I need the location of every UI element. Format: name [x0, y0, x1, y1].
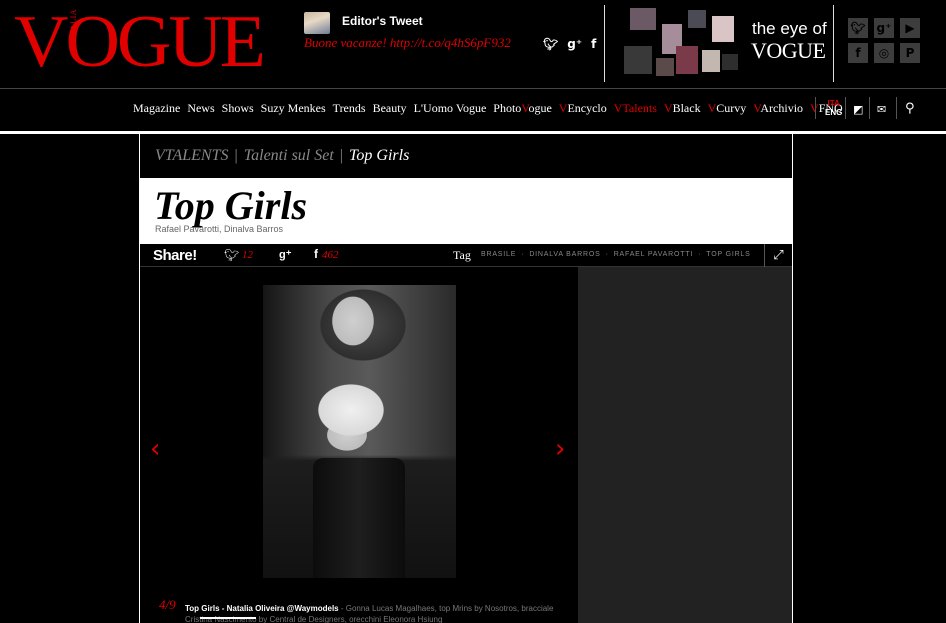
- social-links: 🐦︎ g⁺ ▶ f ◎ P: [848, 18, 920, 63]
- twitter-icon[interactable]: 🐦︎: [543, 37, 558, 51]
- article-credits: Rafael Pavarotti, Dinalva Barros: [155, 224, 284, 234]
- breadcrumb-vtalents[interactable]: VTALENTS: [155, 147, 229, 164]
- lang-ita[interactable]: ITA: [825, 99, 842, 108]
- twitter-icon[interactable]: 🐦︎: [848, 18, 868, 38]
- tag-separator: ·: [605, 251, 609, 258]
- header-rule: [0, 88, 946, 89]
- tag-list: BRASILE · DINALVA BARROS · RAFAEL PAVAROTTI ·…: [481, 251, 751, 258]
- page-title: Top Girls: [154, 183, 308, 228]
- nav-divider: [815, 97, 816, 119]
- nav-vtalents[interactable]: VTalents: [614, 101, 657, 116]
- search-icon[interactable]: ⚲: [905, 101, 915, 116]
- gallery-counter: 4/9: [159, 597, 176, 612]
- youtube-icon[interactable]: ▶: [900, 18, 920, 38]
- tag-separator: ·: [698, 251, 702, 258]
- nav-label: Encyclo: [567, 101, 607, 115]
- photo-detail: [313, 458, 405, 578]
- caption-underline: [200, 617, 256, 619]
- google-plus-icon[interactable]: g⁺: [567, 37, 582, 51]
- gallery-photo[interactable]: [263, 285, 456, 578]
- breadcrumb-current: Top Girls: [349, 147, 410, 164]
- nav-label: Photo: [493, 101, 522, 115]
- facebook-share-icon[interactable]: f: [314, 247, 318, 261]
- twitter-share-count: 12: [242, 249, 253, 261]
- eye-of-vogue-collage[interactable]: [624, 6, 742, 78]
- language-switch[interactable]: ITA ENG: [825, 99, 842, 117]
- main-nav: Magazine News Shows Suzy Menkes Trends B…: [133, 101, 850, 116]
- header-divider: [833, 5, 834, 82]
- title-box: Top Girls Rafael Pavarotti, Dinalva Barr…: [140, 178, 792, 244]
- contrast-icon[interactable]: ◩: [853, 103, 863, 116]
- nav-trends[interactable]: Trends: [333, 101, 366, 116]
- logo-subtitle: ITALIA: [69, 8, 78, 38]
- caption-title: Top Girls - Natalia Oliveira @Waymodels: [185, 604, 339, 613]
- nav-luomo-vogue[interactable]: L'Uomo Vogue: [414, 101, 487, 116]
- nav-divider: [896, 97, 897, 119]
- nav-label: Black: [672, 101, 701, 115]
- google-plus-icon[interactable]: g⁺: [874, 18, 894, 38]
- nav-divider: [845, 97, 846, 119]
- twitter-share-icon[interactable]: 🐦︎: [224, 248, 239, 262]
- fullscreen-icon[interactable]: ⤢: [764, 244, 792, 267]
- nav-varchivio[interactable]: VArchivio: [753, 101, 803, 116]
- nav-suzy-menkes[interactable]: Suzy Menkes: [261, 101, 326, 116]
- facebook-icon[interactable]: f: [848, 43, 868, 63]
- editors-tweet-title: Editor's Tweet: [342, 14, 423, 28]
- photo-gallery: ‹ › 4/9 Top Girls - Natalia Oliveira @Wa…: [140, 267, 578, 623]
- breadcrumb-talenti-sul-set[interactable]: Talenti sul Set: [244, 147, 334, 164]
- nav-label: Archivio: [760, 101, 804, 115]
- next-arrow-icon[interactable]: ›: [555, 434, 565, 464]
- photo-caption: Top Girls - Natalia Oliveira @Waymodels …: [185, 603, 575, 623]
- lang-eng[interactable]: ENG: [825, 108, 842, 117]
- google-plus-share-icon[interactable]: g⁺: [279, 248, 292, 261]
- nav-v-mark: V: [663, 101, 673, 115]
- header-divider: [604, 5, 605, 82]
- nav-news[interactable]: News: [187, 101, 214, 116]
- instagram-icon[interactable]: ◎: [874, 43, 894, 63]
- tag-link[interactable]: BRASILE: [481, 251, 516, 258]
- previous-arrow-icon[interactable]: ‹: [150, 434, 160, 464]
- nav-photovogue[interactable]: PhotoVogue: [493, 101, 551, 116]
- side-panel: [578, 267, 792, 623]
- nav-vcurvy[interactable]: VCurvy: [708, 101, 747, 116]
- share-bar: Share! 🐦︎ 12 g⁺ f 462 Tag BRASILE · DINALV…: [140, 244, 792, 267]
- nav-vencyclo[interactable]: VEncyclo: [559, 101, 607, 116]
- share-label: Share!: [153, 247, 197, 264]
- tag-separator: ·: [521, 251, 525, 258]
- nav-shows[interactable]: Shows: [222, 101, 254, 116]
- tag-link[interactable]: DINALVA BARROS: [529, 251, 600, 258]
- eye-of-vogue-title: the eye of: [752, 19, 827, 38]
- breadcrumb-separator: |: [234, 147, 238, 164]
- nav-magazine[interactable]: Magazine: [133, 101, 180, 116]
- vogue-logo[interactable]: VOGUE ITALIA: [14, 4, 269, 80]
- tag-label: Tag: [453, 248, 471, 262]
- facebook-share-count: 462: [322, 249, 339, 261]
- eye-of-vogue-wordmark: VOGUE: [751, 38, 826, 63]
- pinterest-icon[interactable]: P: [900, 43, 920, 63]
- logo-text: VOGUE: [14, 1, 266, 83]
- content-frame: VTALENTS | Talenti sul Set | Top Girls Top G…: [139, 134, 793, 623]
- nav-label: Talents: [622, 101, 657, 115]
- nav-vblack[interactable]: VBlack: [664, 101, 701, 116]
- facebook-icon[interactable]: f: [591, 37, 596, 51]
- tweet-text-link[interactable]: Buone vacanze! http://t.co/q4hS6pF932: [304, 35, 511, 51]
- breadcrumb: VTALENTS | Talenti sul Set | Top Girls: [155, 147, 409, 165]
- mail-icon[interactable]: ✉: [877, 103, 886, 116]
- nav-v-mark: V: [707, 101, 717, 115]
- tweet-share-icons: 🐦︎ g⁺ f: [543, 37, 596, 51]
- nav-divider: [869, 97, 870, 119]
- nav-label: Curvy: [716, 101, 747, 115]
- nav-label: ogue: [528, 101, 552, 115]
- tag-link[interactable]: RAFAEL PAVAROTTI: [614, 251, 693, 258]
- editor-avatar: [304, 12, 330, 34]
- breadcrumb-separator: |: [339, 147, 343, 164]
- nav-beauty[interactable]: Beauty: [373, 101, 407, 116]
- tag-link[interactable]: TOP GIRLS: [706, 251, 750, 258]
